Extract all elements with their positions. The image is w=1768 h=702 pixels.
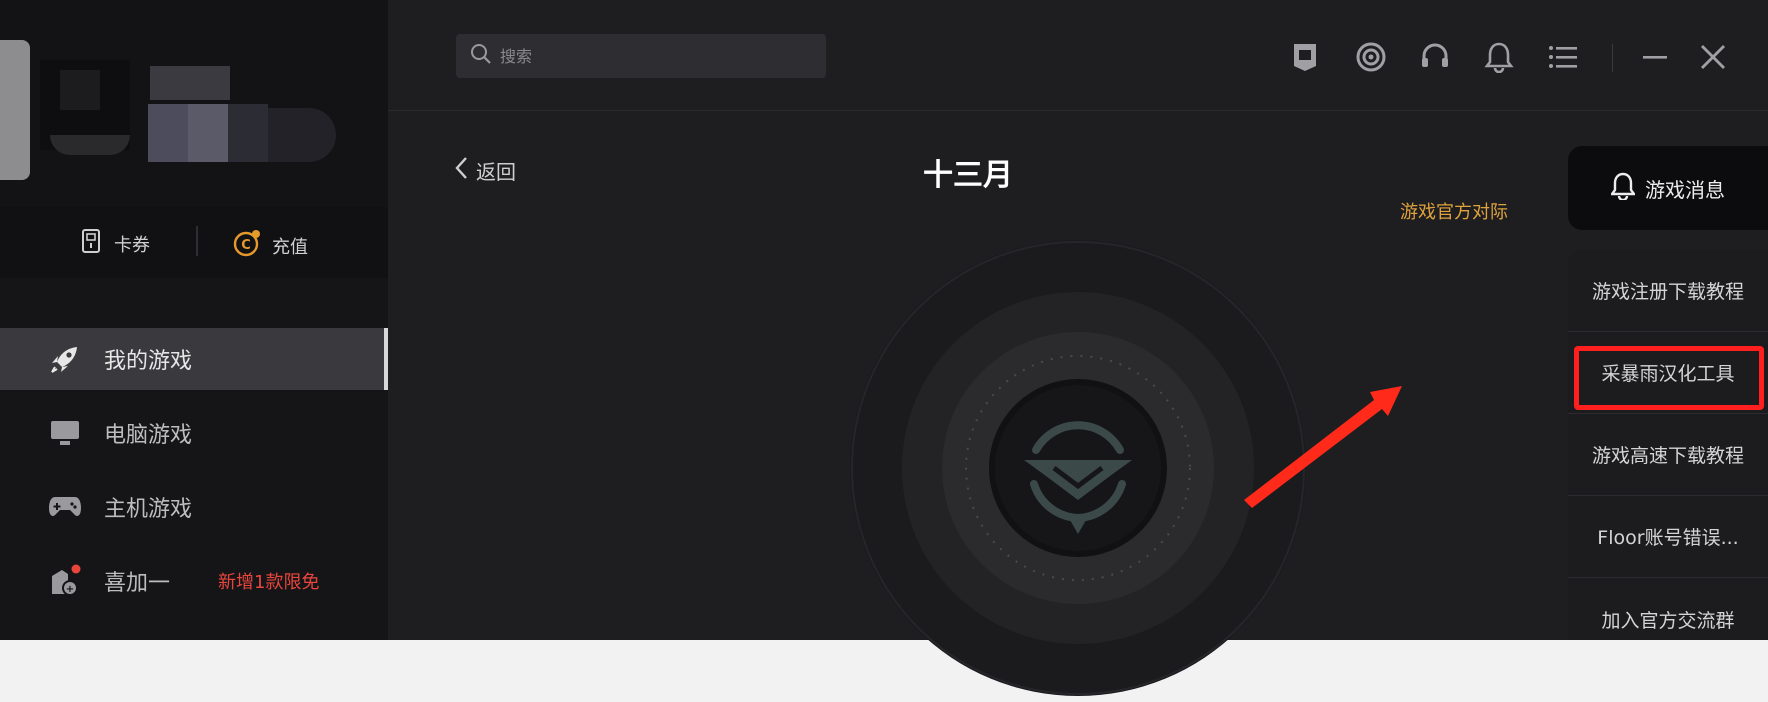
sidebar-item-label: 我的游戏 — [104, 349, 193, 374]
sidebar-item-label: 喜加一 — [104, 571, 171, 596]
rocket-icon — [48, 342, 82, 376]
target-icon[interactable] — [1354, 40, 1388, 74]
svg-text:C: C — [241, 238, 251, 253]
search-box[interactable] — [456, 34, 826, 78]
sidebar-item-pc-games[interactable]: 电脑游戏 — [0, 402, 388, 464]
sidebar: 卡券 C 充值 我的游戏 电脑游戏 主机游戏 + 喜加一 新增1款限免 — [0, 0, 388, 640]
back-button[interactable]: 返回 — [454, 156, 516, 185]
news-item[interactable]: 加入官方交流群 — [1568, 578, 1768, 660]
game-news-list: 游戏注册下载教程 采暴雨汉化工具 游戏高速下载教程 Floor账号错误... 加… — [1568, 250, 1768, 640]
badge-icon[interactable] — [1288, 40, 1322, 74]
sidebar-item-my-games[interactable]: 我的游戏 — [0, 328, 388, 390]
highlight-box — [1574, 346, 1764, 410]
gift-icon: + — [48, 564, 82, 598]
sidebar-item-label: 电脑游戏 — [104, 423, 193, 448]
monitor-icon — [48, 416, 82, 450]
game-news-label: 游戏消息 — [1645, 177, 1725, 202]
top-bar — [388, 0, 1768, 111]
topbar-separator — [1612, 44, 1613, 72]
search-input[interactable] — [492, 45, 826, 67]
official-announcement-link[interactable]: 游戏官方对际 — [1400, 198, 1508, 224]
coin-icon: C — [232, 228, 262, 263]
sidebar-item-free-games[interactable]: + 喜加一 新增1款限免 — [0, 550, 388, 612]
game-news-header[interactable]: 游戏消息 — [1568, 146, 1768, 230]
username-blur — [148, 104, 188, 162]
user-profile[interactable] — [0, 0, 388, 205]
headset-icon[interactable] — [1418, 40, 1452, 74]
game-logo — [848, 238, 1308, 698]
card-coupon-label: 卡券 — [114, 234, 150, 256]
avatar-blur-block — [50, 135, 130, 155]
recharge-button[interactable]: C 充值 — [232, 228, 308, 263]
back-label: 返回 — [476, 160, 516, 184]
username-blur — [268, 108, 336, 162]
sidebar-item-console-games[interactable]: 主机游戏 — [0, 476, 388, 538]
close-icon[interactable] — [1696, 40, 1730, 74]
coupon-icon — [78, 228, 104, 259]
page-title: 十三月 — [923, 158, 1013, 193]
svg-text:+: + — [66, 584, 74, 595]
wallet-divider — [196, 226, 198, 256]
app-window: 卡券 C 充值 我的游戏 电脑游戏 主机游戏 + 喜加一 新增1款限免 搜索 返… — [0, 0, 1768, 696]
minimize-icon[interactable] — [1638, 40, 1672, 74]
chevron-left-icon — [454, 156, 468, 185]
avatar[interactable] — [0, 40, 30, 180]
news-item[interactable]: 游戏注册下载教程 — [1568, 250, 1768, 332]
menu-icon[interactable] — [1546, 40, 1580, 74]
avatar-blur-block — [60, 70, 100, 110]
wallet-bar: 卡券 C 充值 — [0, 206, 388, 278]
sidebar-item-label: 主机游戏 — [104, 497, 193, 522]
free-game-promo-badge: 新增1款限免 — [218, 572, 320, 593]
username-blur — [188, 104, 228, 162]
gamepad-icon — [48, 490, 82, 524]
bell-icon — [1609, 172, 1637, 205]
search-icon — [470, 43, 492, 69]
news-item[interactable]: 游戏高速下载教程 — [1568, 414, 1768, 496]
card-coupon-button[interactable]: 卡券 — [78, 228, 150, 259]
username-blur — [150, 66, 230, 100]
bell-icon[interactable] — [1482, 40, 1516, 74]
news-item[interactable]: Floor账号错误... — [1568, 496, 1768, 578]
main-panel: 返回 十三月 游戏官方对际 — [388, 0, 1768, 696]
username-blur — [228, 104, 268, 162]
recharge-label: 充值 — [272, 236, 308, 258]
